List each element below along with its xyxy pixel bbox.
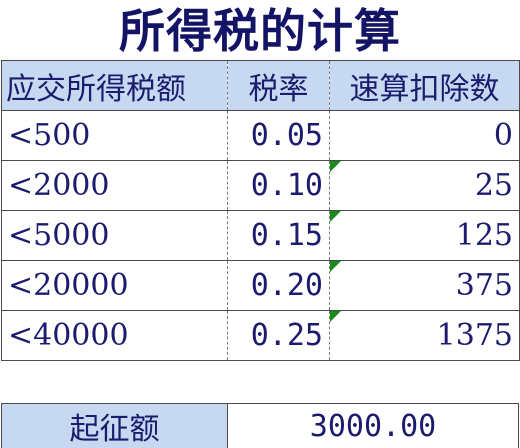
range-cell[interactable]: <40000	[1, 310, 228, 361]
table-row: <2000 0.10 25	[1, 160, 520, 211]
rate-cell[interactable]: 0.20	[227, 260, 330, 311]
header-cell-quick-deduction[interactable]: 速算扣除数	[329, 60, 520, 111]
error-indicator-icon[interactable]	[330, 261, 341, 272]
rate-cell[interactable]: 0.10	[227, 160, 330, 211]
header-cell-tax-rate[interactable]: 税率	[227, 60, 330, 111]
range-cell[interactable]: <20000	[1, 260, 228, 311]
table-row: <20000 0.20 375	[1, 260, 520, 311]
deduction-value: 25	[474, 168, 513, 203]
range-cell[interactable]: <500	[1, 110, 228, 161]
range-cell[interactable]: <5000	[1, 210, 228, 261]
deduction-value: 125	[455, 218, 513, 253]
rate-cell[interactable]: 0.15	[227, 210, 330, 261]
deduction-cell[interactable]: 25	[329, 160, 520, 211]
error-indicator-icon[interactable]	[330, 311, 341, 322]
sheet-title: 所得税的计算	[119, 4, 401, 58]
header-row: 应交所得税额 税率 速算扣除数	[1, 60, 520, 111]
threshold-row: 起征额 3000.00	[1, 403, 519, 448]
deduction-value: 0	[493, 118, 513, 153]
deduction-cell[interactable]: 1375	[329, 310, 520, 361]
deduction-value: 375	[455, 268, 513, 303]
table-row: <40000 0.25 1375	[1, 310, 520, 361]
rate-cell[interactable]: 0.25	[227, 310, 330, 361]
threshold-label-cell[interactable]: 起征额	[1, 403, 228, 448]
range-cell[interactable]: <2000	[1, 160, 228, 211]
deduction-cell[interactable]: 125	[329, 210, 520, 261]
rate-cell[interactable]: 0.05	[227, 110, 330, 161]
error-indicator-icon[interactable]	[330, 161, 341, 172]
threshold-table: 起征额 3000.00	[1, 403, 519, 448]
table-row: <5000 0.15 125	[1, 210, 520, 261]
error-indicator-icon[interactable]	[330, 211, 341, 222]
deduction-value: 1375	[436, 318, 513, 353]
deduction-cell[interactable]: 375	[329, 260, 520, 311]
tax-rate-table: 应交所得税额 税率 速算扣除数 <500 0.05 0 <2000 0.10 25 <500…	[1, 60, 520, 361]
threshold-value-cell[interactable]: 3000.00	[227, 403, 519, 448]
header-cell-taxable-amount[interactable]: 应交所得税额	[1, 60, 228, 111]
table-row: <500 0.05 0	[1, 110, 520, 161]
deduction-cell[interactable]: 0	[329, 110, 520, 161]
